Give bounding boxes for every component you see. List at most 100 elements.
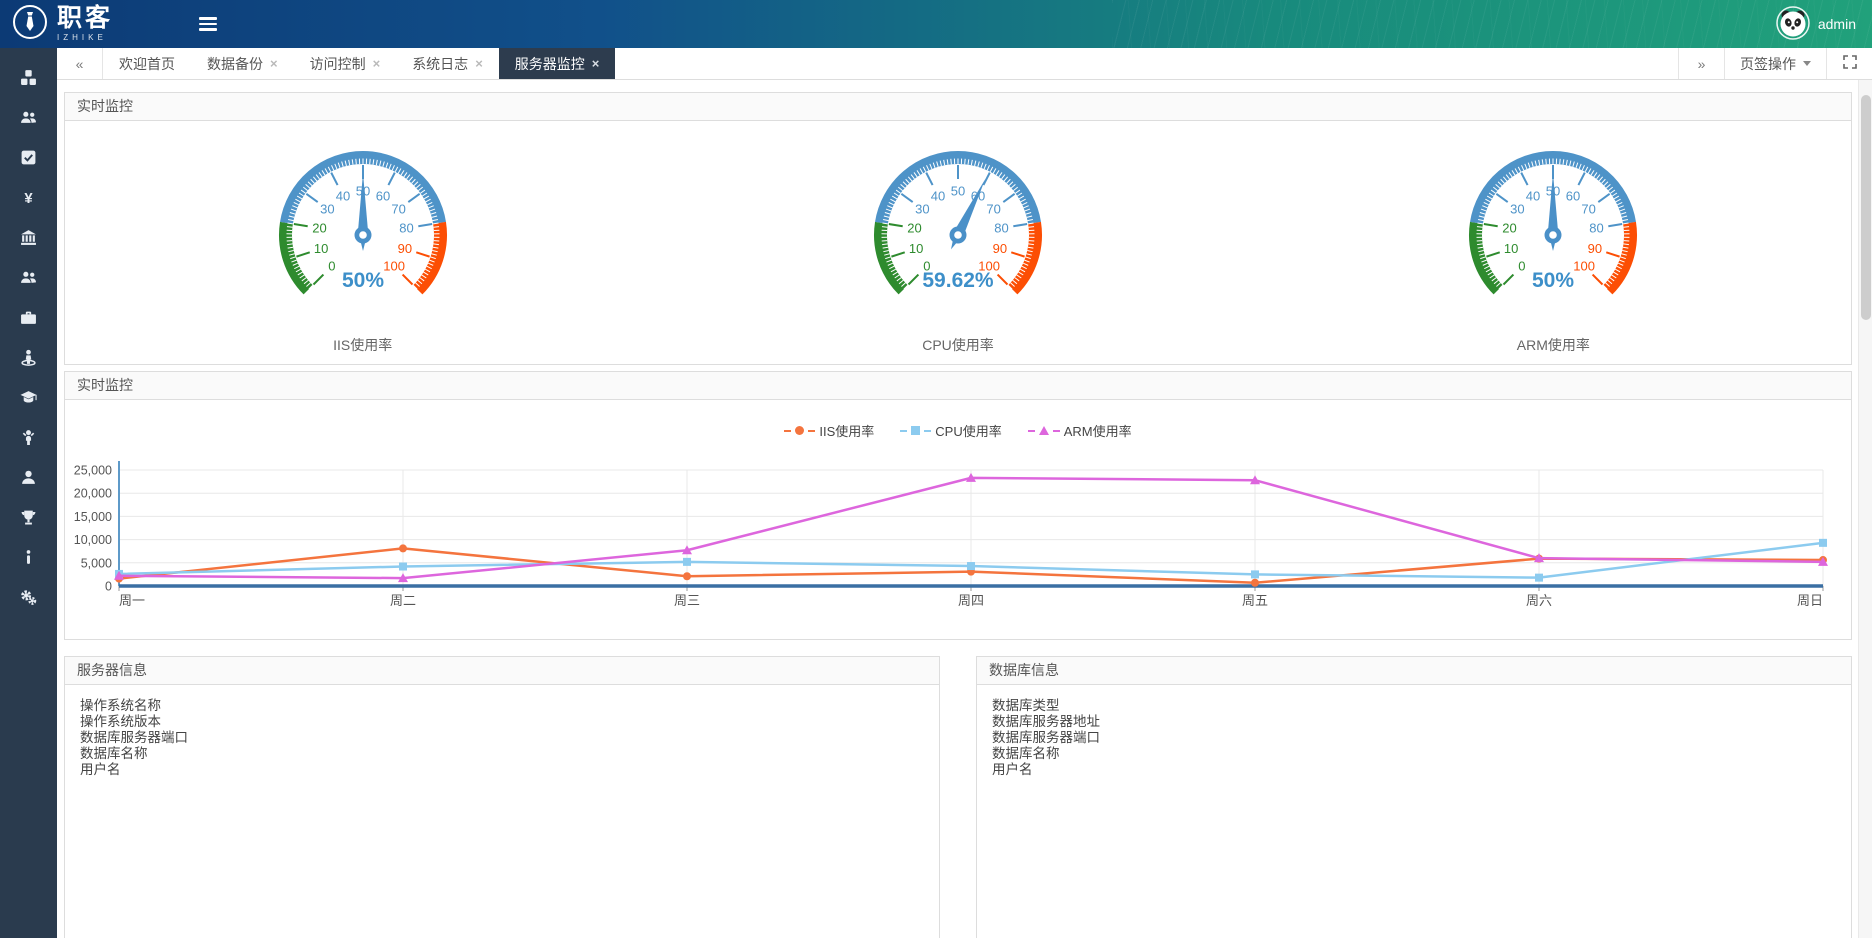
tabs-scroll-right-button[interactable]: » bbox=[1678, 48, 1724, 79]
main-content: 实时监控 010203040506070809010050%IIS使用率0102… bbox=[57, 80, 1872, 938]
sidebar-item-9[interactable] bbox=[0, 380, 57, 420]
child-icon bbox=[20, 429, 37, 451]
sidebar-item-12[interactable] bbox=[0, 500, 57, 540]
bank-icon bbox=[20, 229, 37, 251]
server-info-item-1: 操作系统名称 bbox=[80, 698, 924, 714]
avatar bbox=[1776, 6, 1810, 43]
svg-text:70: 70 bbox=[986, 202, 1000, 217]
sidebar-item-14[interactable] bbox=[0, 580, 57, 620]
svg-text:100: 100 bbox=[383, 259, 405, 274]
tab-label: 数据备份 bbox=[207, 54, 263, 74]
server-info-item-4: 数据库名称 bbox=[80, 746, 924, 762]
gauge-chart: 010203040506070809010050% bbox=[243, 137, 483, 327]
svg-text:50%: 50% bbox=[1532, 269, 1574, 292]
svg-text:60: 60 bbox=[375, 188, 389, 203]
tab-3[interactable]: 访问控制 × bbox=[294, 48, 397, 79]
svg-text:10: 10 bbox=[909, 241, 923, 256]
svg-text:30: 30 bbox=[1510, 202, 1524, 217]
panel-database-info: 数据库信息 数据库类型数据库服务器地址数据库服务器端口数据库名称用户名 bbox=[976, 656, 1852, 938]
legend-item-3: ARM使用率 bbox=[1028, 421, 1132, 440]
trophy-icon bbox=[20, 509, 37, 531]
panel-title: 数据库信息 bbox=[977, 657, 1851, 685]
gauge-chart: 010203040506070809010059.62% bbox=[838, 137, 1078, 327]
svg-text:20: 20 bbox=[1503, 221, 1517, 236]
tabs-scroll-left-button[interactable]: « bbox=[57, 48, 103, 79]
svg-text:10,000: 10,000 bbox=[74, 533, 112, 547]
street-view-icon bbox=[20, 349, 37, 371]
sidebar-toggle-hamburger-icon[interactable] bbox=[199, 17, 217, 31]
graduation-cap-icon bbox=[20, 389, 37, 411]
chart-legend: IIS使用率 CPU使用率 ARM使用率 bbox=[65, 421, 1851, 440]
legend-label: IIS使用率 bbox=[819, 421, 874, 440]
database-info-item-1: 数据库类型 bbox=[992, 698, 1836, 714]
fullscreen-button[interactable] bbox=[1826, 48, 1872, 79]
svg-text:周二: 周二 bbox=[390, 593, 416, 608]
svg-text:30: 30 bbox=[915, 202, 929, 217]
svg-text:40: 40 bbox=[1526, 188, 1540, 203]
sidebar-item-3[interactable] bbox=[0, 140, 57, 180]
svg-text:70: 70 bbox=[1582, 202, 1596, 217]
svg-text:30: 30 bbox=[320, 202, 334, 217]
sidebar-nav: ¥ bbox=[0, 48, 57, 938]
sidebar-item-1[interactable] bbox=[0, 60, 57, 100]
sidebar-item-4[interactable]: ¥ bbox=[0, 180, 57, 220]
tab-5[interactable]: 服务器监控× bbox=[499, 48, 616, 79]
cubes-icon bbox=[20, 69, 37, 91]
sidebar-item-2[interactable] bbox=[0, 100, 57, 140]
sidebar-item-8[interactable] bbox=[0, 340, 57, 380]
briefcase-icon bbox=[20, 309, 37, 331]
tab-close-icon[interactable]: × bbox=[475, 56, 483, 71]
gears-icon bbox=[20, 589, 37, 611]
svg-text:周五: 周五 bbox=[1242, 593, 1268, 608]
legend-dash bbox=[900, 430, 907, 432]
info-icon bbox=[20, 549, 37, 571]
users-icon bbox=[20, 109, 37, 131]
gauge-1: 010203040506070809010050%IIS使用率 bbox=[65, 137, 660, 355]
sidebar-item-13[interactable] bbox=[0, 540, 57, 580]
sidebar-item-10[interactable] bbox=[0, 420, 57, 460]
database-info-item-5: 用户名 bbox=[992, 762, 1836, 778]
panel-title: 服务器信息 bbox=[65, 657, 939, 685]
tab-label: 欢迎首页 bbox=[119, 54, 175, 74]
svg-text:20: 20 bbox=[907, 221, 921, 236]
triangle-marker-icon bbox=[1039, 426, 1049, 435]
tab-2[interactable]: 数据备份 × bbox=[191, 48, 294, 79]
sidebar-item-6[interactable] bbox=[0, 260, 57, 300]
svg-text:90: 90 bbox=[993, 241, 1007, 256]
gauge-chart: 010203040506070809010050% bbox=[1433, 137, 1673, 327]
tab-close-icon[interactable]: × bbox=[373, 56, 381, 71]
legend-label: CPU使用率 bbox=[935, 421, 1001, 440]
svg-text:周六: 周六 bbox=[1526, 593, 1552, 608]
user-menu[interactable]: admin bbox=[1776, 6, 1856, 43]
gauge-2: 010203040506070809010059.62%CPU使用率 bbox=[660, 137, 1255, 355]
legend-dash bbox=[784, 430, 791, 432]
legend-dash bbox=[924, 430, 931, 432]
svg-text:10: 10 bbox=[1504, 241, 1518, 256]
server-info-item-5: 用户名 bbox=[80, 762, 924, 778]
sidebar-item-5[interactable] bbox=[0, 220, 57, 260]
svg-text:40: 40 bbox=[931, 188, 945, 203]
legend-item-1: IIS使用率 bbox=[784, 421, 874, 440]
svg-text:59.62%: 59.62% bbox=[922, 269, 994, 292]
database-info-item-4: 数据库名称 bbox=[992, 746, 1836, 762]
tab-close-icon[interactable]: × bbox=[270, 56, 278, 71]
sidebar-item-7[interactable] bbox=[0, 300, 57, 340]
svg-text:80: 80 bbox=[994, 221, 1008, 236]
svg-text:90: 90 bbox=[397, 241, 411, 256]
scrollbar-thumb[interactable] bbox=[1861, 95, 1871, 320]
tab-4[interactable]: 系统日志× bbox=[396, 48, 499, 79]
brand-logo[interactable]: 职客 IZHIKE bbox=[0, 4, 113, 45]
tab-label: 访问控制 bbox=[310, 54, 366, 74]
database-info-list: 数据库类型数据库服务器地址数据库服务器端口数据库名称用户名 bbox=[977, 685, 1851, 791]
yen-icon: ¥ bbox=[20, 189, 37, 211]
tab-1[interactable]: 欢迎首页 bbox=[103, 48, 191, 79]
sidebar-item-11[interactable] bbox=[0, 460, 57, 500]
username-label: admin bbox=[1818, 16, 1856, 32]
server-info-item-2: 操作系统版本 bbox=[80, 714, 924, 730]
panel-title: 实时监控 bbox=[65, 372, 1851, 400]
user-icon bbox=[20, 469, 37, 491]
svg-text:10: 10 bbox=[314, 241, 328, 256]
tab-close-icon[interactable]: × bbox=[592, 56, 600, 71]
brand-subtitle: IZHIKE bbox=[57, 34, 113, 42]
tab-actions-dropdown[interactable]: 页签操作 bbox=[1724, 48, 1826, 79]
